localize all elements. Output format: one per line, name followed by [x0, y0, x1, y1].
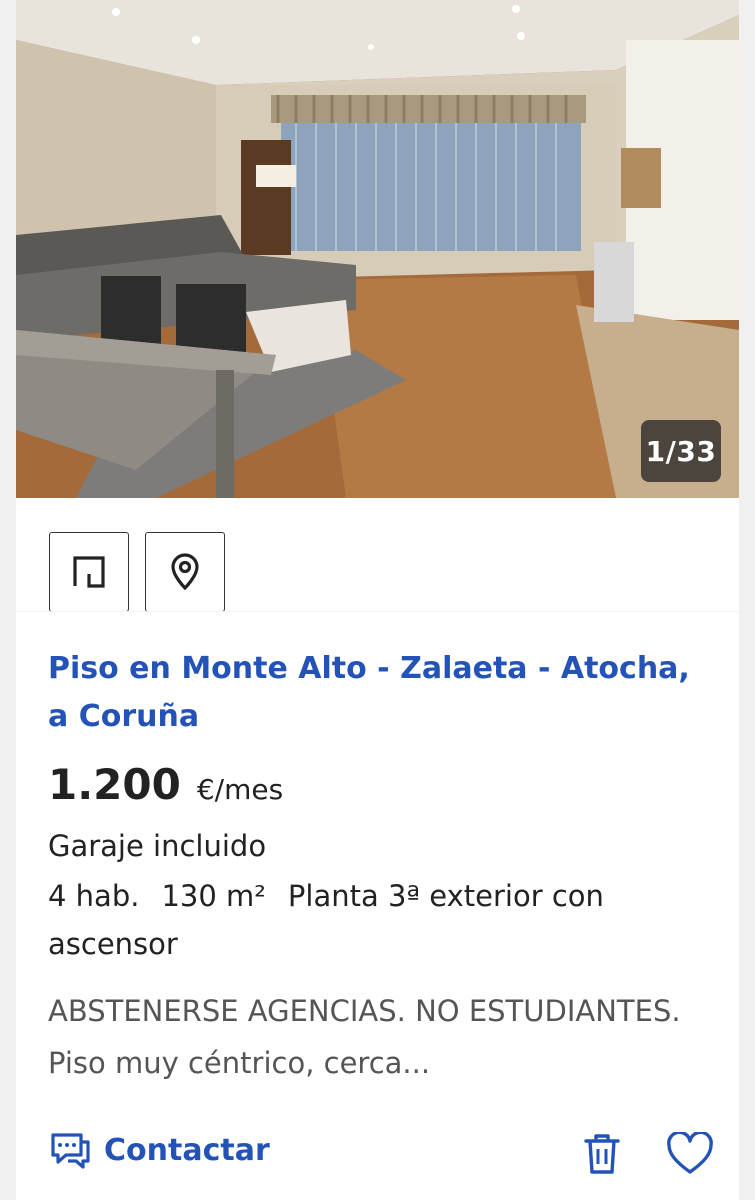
- contact-button[interactable]: Contactar: [48, 1124, 270, 1176]
- map-pin-icon: [171, 553, 199, 591]
- heart-icon[interactable]: [666, 1132, 714, 1176]
- photo-counter: 1/33: [641, 420, 721, 482]
- listing-card[interactable]: 1/33 Piso en Monte Alto - Zalaeta - Atoc…: [16, 0, 739, 1200]
- listing-title[interactable]: Piso en Monte Alto - Zalaeta - Atocha, a…: [48, 645, 708, 741]
- floor-plan-button[interactable]: [49, 532, 129, 612]
- listing-price: 1.200: [48, 760, 181, 809]
- contact-label: Contactar: [104, 1132, 270, 1168]
- feature-area: 130 m²: [161, 879, 266, 913]
- feature-rooms: 4 hab.: [48, 879, 140, 913]
- floor-plan-icon: [73, 556, 105, 588]
- listing-description: ABSTENERSE AGENCIAS. NO ESTUDIANTES. Pis…: [48, 994, 681, 1080]
- features-list: 4 hab. 130 m² Planta 3ª exterior con ascen…: [48, 872, 688, 968]
- living-room-image: [16, 0, 739, 498]
- section-divider: [16, 611, 739, 612]
- garage-info: Garaje incluido: [48, 829, 267, 863]
- price-row: 1.200 €/mes: [48, 760, 283, 820]
- price-unit: €/mes: [196, 773, 284, 806]
- chat-icon: [51, 1133, 90, 1169]
- location-button[interactable]: [145, 532, 225, 612]
- trash-icon[interactable]: [582, 1132, 622, 1176]
- listing-photo[interactable]: 1/33: [16, 0, 739, 498]
